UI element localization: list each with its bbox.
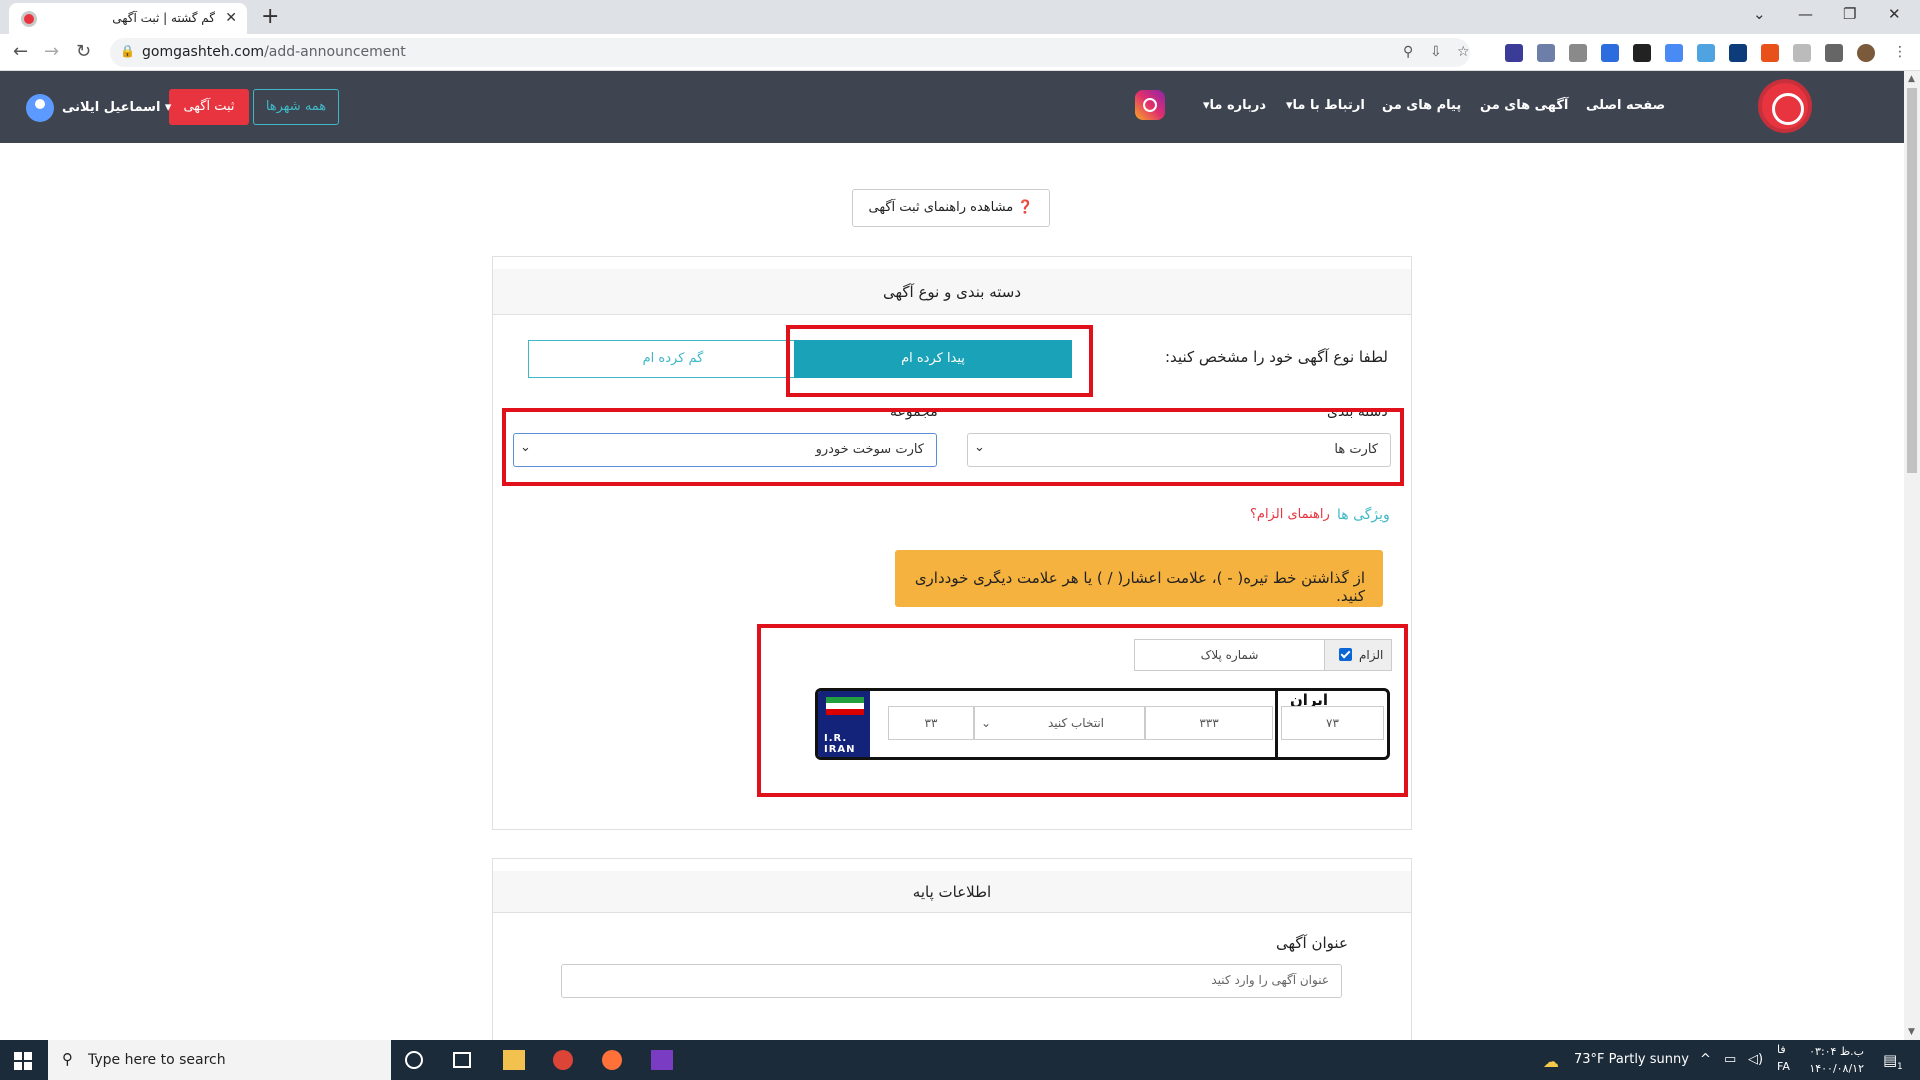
ad-guide-label: مشاهده راهنمای ثبت آگهی [868,200,1014,215]
browser-menu-icon[interactable]: ⋮ [1891,44,1909,62]
url-text: gomgashteh.com/add-announcement [142,44,406,60]
nav-contact-label: ارتباط با ما [1292,98,1365,113]
ad-title-label: عنوان آگهی [1276,934,1348,952]
task-view-icon[interactable] [453,1052,471,1068]
instagram-icon[interactable] [1135,90,1165,120]
network-icon[interactable]: ▭ [1724,1052,1736,1067]
extension-icon[interactable] [1537,44,1555,62]
extension-icon[interactable] [1697,44,1715,62]
tab-search-icon[interactable]: ⌄ [1753,5,1766,23]
install-icon[interactable]: ⇩ [1430,44,1442,60]
highlight-box [757,624,1408,797]
camera-extension-icon[interactable] [1569,44,1587,62]
windows-start-icon[interactable] [14,1052,32,1070]
nav-contact[interactable]: ارتباط با ما▾ [1286,98,1365,113]
highlight-box [502,408,1404,486]
site-favicon-icon [21,11,37,27]
nav-home[interactable]: صفحه اصلی [1586,98,1665,113]
required-guide-link[interactable]: راهنمای الزام؟ [1250,507,1330,522]
phpstorm-icon[interactable] [651,1050,673,1070]
extension-icon[interactable] [1505,44,1523,62]
reload-icon[interactable]: ↻ [76,41,91,62]
category-card-title: دسته بندی و نوع آگهی [493,269,1411,315]
site-logo[interactable] [1758,79,1812,133]
puzzle-extensions-icon[interactable] [1825,44,1843,62]
extension-icon[interactable] [1729,44,1747,62]
taskbar-search-placeholder: Type here to search [88,1052,226,1068]
nav-my-ads[interactable]: آگهی های من [1480,98,1568,113]
basic-info-card: اطلاعات پایه [492,858,1412,1048]
nav-my-messages[interactable]: پیام های من [1382,98,1461,113]
weather-text[interactable]: 73°F Partly sunny [1574,1052,1689,1067]
all-cities-button[interactable]: همه شهرها [253,89,339,125]
extension-icon[interactable] [1601,44,1619,62]
taskbar-search[interactable]: ⚲ Type here to search [48,1040,391,1080]
scroll-down-icon[interactable]: ▼ [1908,1027,1915,1037]
taskbar-clock[interactable]: ب.ظ ۰۳:۰۴ ۱۴۰۰/۰۸/۱۲ [1798,1043,1864,1077]
clock-date: ۱۴۰۰/۰۸/۱۲ [1809,1062,1864,1075]
bookmark-star-icon[interactable]: ☆ [1457,44,1470,60]
warning-alert: از گذاشتن خط تیره( - )، علامت اعشار( / )… [895,550,1383,607]
question-circle-icon: ❓ [1017,200,1034,215]
firefox-icon[interactable] [602,1050,622,1070]
address-bar[interactable]: 🔒 gomgashteh.com/add-announcement ⚲ ⇩ ☆ [110,38,1470,67]
close-window-icon[interactable]: ✕ [1888,5,1901,23]
volume-icon[interactable]: ◁) [1748,1052,1763,1067]
weather-icon[interactable]: ☁ [1543,1052,1559,1071]
user-name-label: اسماعیل ایلانی [62,100,161,115]
extension-icon[interactable] [1761,44,1779,62]
close-tab-icon[interactable]: ✕ [225,10,237,26]
browser-toolbar: ← → ↻ 🔒 gomgashteh.com/add-announcement … [0,34,1920,71]
chrome-icon[interactable] [553,1050,573,1070]
ad-title-input[interactable]: عنوان آگهی را وارد کنید [561,964,1342,998]
notification-count: 1 [1897,1062,1903,1072]
restore-icon[interactable]: ❐ [1843,5,1856,23]
location-icon[interactable]: ⚲ [1403,44,1413,60]
extension-icon[interactable] [1633,44,1651,62]
site-navbar: صفحه اصلی آگهی های من پیام های من ارتباط… [0,71,1904,143]
url-path: /add-announcement [264,44,406,60]
url-host: gomgashteh.com [142,44,265,60]
post-ad-button[interactable]: ثبت آگهی [169,89,249,125]
cortana-icon[interactable] [405,1051,423,1069]
clock-time: ب.ظ ۰۳:۰۴ [1809,1045,1864,1058]
notification-icon[interactable]: ▤ [1883,1051,1897,1069]
translate-extension-icon[interactable] [1665,44,1683,62]
tab-strip: گم گشته | ثبت آگهی ✕ + ⌄ — ❐ ✕ [0,0,1920,34]
lock-icon: 🔒 [120,44,135,58]
highlight-box [786,325,1093,397]
back-icon[interactable]: ← [13,41,28,62]
basic-info-title: اطلاعات پایه [493,871,1411,913]
extension-icon[interactable] [1793,44,1811,62]
search-icon: ⚲ [62,1050,73,1068]
ad-guide-button[interactable]: ❓ مشاهده راهنمای ثبت آگهی [852,189,1050,227]
features-link[interactable]: ویژگی ها [1337,507,1390,523]
page-scrollbar[interactable]: ▲ ▼ [1904,71,1920,1041]
scroll-up-icon[interactable]: ▲ [1908,74,1915,84]
tray-chevron-icon[interactable]: ^ [1700,1052,1711,1067]
nav-about[interactable]: درباره ما▾ [1203,98,1266,113]
minimize-icon[interactable]: — [1798,5,1813,23]
browser-tab[interactable]: گم گشته | ثبت آگهی ✕ [9,3,247,34]
new-tab-icon[interactable]: + [261,4,279,29]
input-language[interactable]: فا [1777,1043,1786,1056]
nav-about-label: درباره ما [1209,98,1267,113]
user-avatar-icon [26,94,54,122]
tab-title: گم گشته | ثبت آگهی [112,11,215,25]
ad-title-placeholder: عنوان آگهی را وارد کنید [1211,973,1329,987]
user-name: اسماعیل ایلانی ▾ [62,100,172,115]
ad-type-prompt: لطفا نوع آگهی خود را مشخص کنید: [1165,348,1388,366]
scrollbar-thumb[interactable] [1907,88,1917,473]
profile-avatar-icon[interactable] [1857,44,1875,62]
file-explorer-icon[interactable] [503,1050,525,1070]
lost-toggle-button[interactable]: گم کرده ام [528,340,818,378]
forward-icon[interactable]: → [44,41,59,62]
input-language-code[interactable]: FA [1777,1060,1790,1073]
windows-taskbar: ⚲ Type here to search ☁ 73°F Partly sunn… [0,1040,1920,1080]
